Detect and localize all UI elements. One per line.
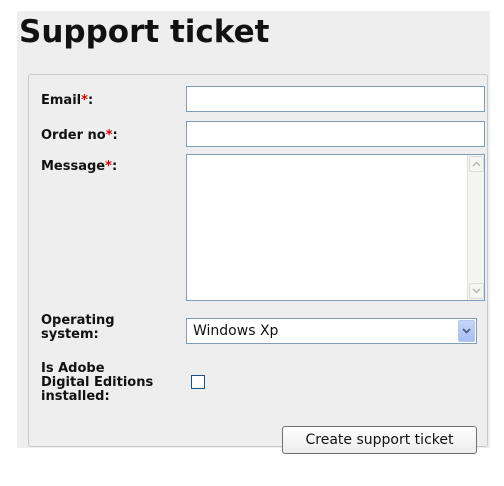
chevron-down-icon	[472, 288, 481, 294]
page-title: Support ticket	[19, 14, 270, 50]
message-label: Message*:	[41, 159, 118, 174]
required-marker: *	[81, 93, 88, 108]
chevron-down-icon	[462, 328, 471, 334]
order-no-label: Order no*:	[41, 128, 118, 143]
adobe-installed-checkbox[interactable]	[191, 375, 205, 389]
operating-system-label: Operating system:	[41, 313, 115, 342]
scroll-down-button[interactable]	[469, 283, 484, 299]
order-no-field[interactable]	[186, 121, 485, 147]
chevron-up-icon	[472, 161, 481, 167]
required-marker: *	[105, 128, 113, 143]
message-textarea[interactable]	[186, 154, 485, 301]
email-label: Email*:	[41, 93, 94, 108]
scroll-up-button[interactable]	[469, 156, 484, 172]
dropdown-button[interactable]	[458, 320, 475, 342]
required-marker: *	[105, 159, 112, 174]
operating-system-selected-value: Windows Xp	[193, 323, 279, 339]
message-scrollbar[interactable]	[467, 155, 484, 300]
email-field[interactable]	[186, 86, 485, 112]
adobe-installed-label: Is Adobe Digital Editions installed:	[41, 361, 154, 404]
create-ticket-button[interactable]: Create support ticket	[282, 426, 477, 454]
operating-system-select[interactable]: Windows Xp	[186, 318, 477, 344]
